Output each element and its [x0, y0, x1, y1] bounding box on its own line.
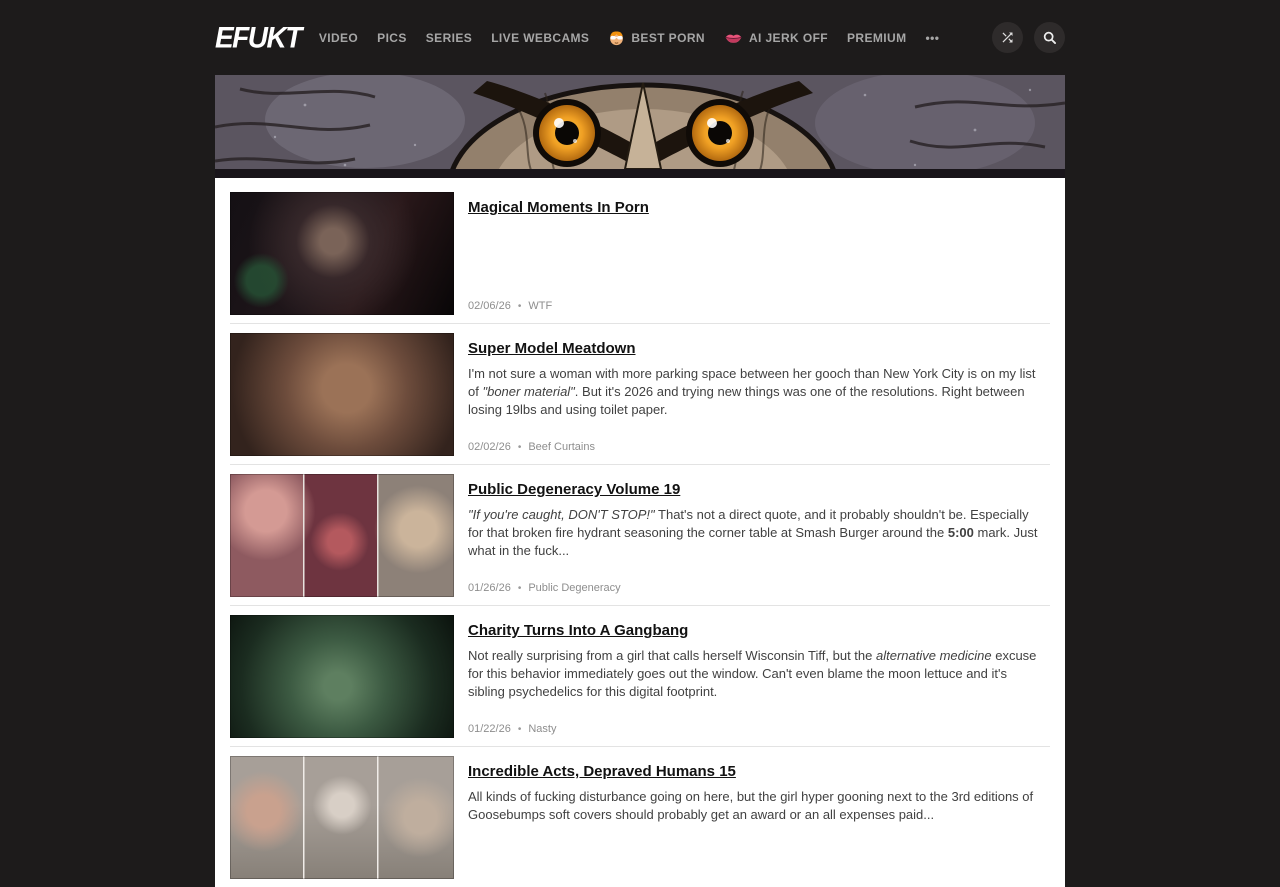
search-button[interactable]: [1034, 22, 1065, 53]
shuffle-icon: [1000, 30, 1015, 45]
list-item: Charity Turns Into A Gangbang Not really …: [230, 606, 1050, 747]
meta-separator: •: [518, 724, 522, 735]
nav-item-label: •••: [926, 31, 940, 45]
nav-item-series[interactable]: SERIES: [426, 31, 472, 45]
nav-item-more-menu[interactable]: •••: [926, 31, 940, 45]
nav-item-label: PREMIUM: [847, 31, 906, 45]
owl-illustration: [215, 75, 1065, 178]
nav-item-label: BEST PORN: [631, 31, 705, 45]
video-thumbnail[interactable]: [230, 192, 454, 315]
list-item: Super Model Meatdown I'm not sure a woman…: [230, 324, 1050, 465]
item-body: Public Degeneracy Volume 19 "If you're ca…: [468, 474, 1050, 597]
item-body: Charity Turns Into A Gangbang Not really …: [468, 615, 1050, 738]
nav-item-ai-jerk-off[interactable]: AI JERK OFF: [724, 31, 828, 45]
face-glasses-icon: [608, 29, 625, 46]
post-date: 02/02/26: [468, 441, 511, 453]
video-thumbnail[interactable]: [230, 615, 454, 738]
video-title-link[interactable]: Super Model Meatdown: [468, 340, 636, 357]
nav-item-label: LIVE WEBCAMS: [491, 31, 589, 45]
category-link[interactable]: Public Degeneracy: [528, 582, 620, 594]
list-item: Public Degeneracy Volume 19 "If you're ca…: [230, 465, 1050, 606]
video-title-link[interactable]: Incredible Acts, Depraved Humans 15: [468, 763, 736, 780]
nav-item-label: PICS: [377, 31, 407, 45]
video-description: All kinds of fucking disturbance going o…: [468, 788, 1050, 824]
nav-item-pics[interactable]: PICS: [377, 31, 407, 45]
site-logo[interactable]: EFUKT: [215, 23, 301, 52]
item-body: Incredible Acts, Depraved Humans 15 All k…: [468, 756, 1050, 879]
meta-separator: •: [518, 583, 522, 594]
video-title-link[interactable]: Charity Turns Into A Gangbang: [468, 622, 688, 639]
item-meta: 01/22/26 • Nasty: [468, 723, 556, 735]
post-date: 01/22/26: [468, 723, 511, 735]
category-link[interactable]: WTF: [528, 300, 552, 312]
nav-item-label: VIDEO: [319, 31, 358, 45]
video-description: I'm not sure a woman with more parking s…: [468, 365, 1050, 419]
item-meta: 02/06/26 • WTF: [468, 300, 552, 312]
list-item: Incredible Acts, Depraved Humans 15 All k…: [230, 747, 1050, 887]
search-icon: [1042, 30, 1058, 46]
primary-nav: VIDEO PICS SERIES LIVE WEBCAMS BEST PORN AI J…: [319, 29, 992, 46]
nav-item-live-webcams[interactable]: LIVE WEBCAMS: [491, 31, 589, 45]
nav-item-premium[interactable]: PREMIUM: [847, 31, 906, 45]
lips-icon: [724, 32, 743, 44]
site-header: EFUKT VIDEO PICS SERIES LIVE WEBCAMS BEST PO…: [215, 0, 1065, 75]
video-thumbnail[interactable]: [230, 756, 454, 879]
item-meta: 01/26/26 • Public Degeneracy: [468, 582, 621, 594]
video-feed: Magical Moments In Porn 02/06/26 • WTF Super…: [215, 178, 1065, 887]
video-thumbnail[interactable]: [230, 474, 454, 597]
video-title-link[interactable]: Public Degeneracy Volume 19: [468, 481, 680, 498]
meta-separator: •: [518, 442, 522, 453]
category-link[interactable]: Nasty: [528, 723, 556, 735]
meta-separator: •: [518, 301, 522, 312]
video-thumbnail[interactable]: [230, 333, 454, 456]
item-body: Super Model Meatdown I'm not sure a woman…: [468, 333, 1050, 456]
owl-banner-artwork[interactable]: [215, 75, 1065, 178]
video-description: "If you're caught, DON'T STOP!" That's n…: [468, 506, 1050, 560]
nav-item-label: SERIES: [426, 31, 472, 45]
video-description: Not really surprising from a girl that c…: [468, 647, 1050, 701]
shuffle-button[interactable]: [992, 22, 1023, 53]
item-meta: 02/02/26 • Beef Curtains: [468, 441, 595, 453]
nav-item-video[interactable]: VIDEO: [319, 31, 358, 45]
nav-item-label: AI JERK OFF: [749, 31, 828, 45]
post-date: 02/06/26: [468, 300, 511, 312]
video-title-link[interactable]: Magical Moments In Porn: [468, 199, 649, 216]
list-item: Magical Moments In Porn 02/06/26 • WTF: [230, 192, 1050, 324]
post-date: 01/26/26: [468, 582, 511, 594]
nav-item-best-porn[interactable]: BEST PORN: [608, 29, 705, 46]
item-body: Magical Moments In Porn 02/06/26 • WTF: [468, 192, 1050, 315]
category-link[interactable]: Beef Curtains: [528, 441, 595, 453]
header-actions: [992, 22, 1065, 53]
